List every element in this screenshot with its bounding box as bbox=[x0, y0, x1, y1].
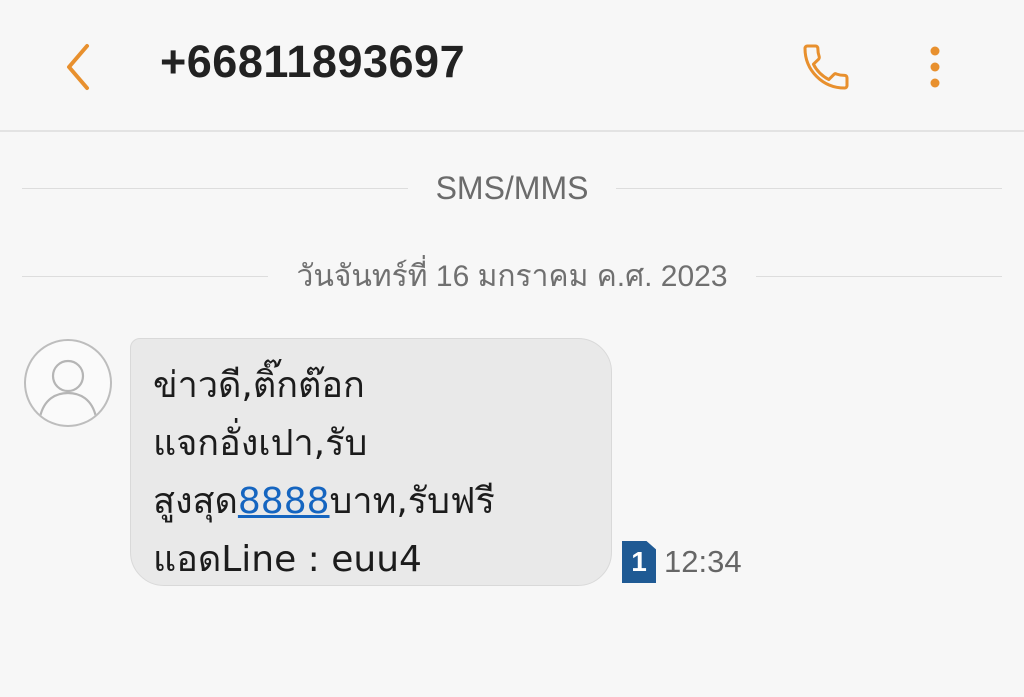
divider-line bbox=[22, 187, 408, 189]
message-line: แจกอั่งเปา,รับ bbox=[153, 423, 368, 464]
app-header: +66811893697 bbox=[0, 0, 1024, 132]
sim-card-icon: 1 bbox=[622, 541, 656, 583]
message-bubble[interactable]: ข่าวดี,ติ๊กต๊อก แจกอั่งเปา,รับ สูงสุด888… bbox=[130, 338, 612, 586]
date-divider: วันจันทร์ที่ 16 มกราคม ค.ศ. 2023 bbox=[22, 256, 1003, 296]
date-label: วันจันทร์ที่ 16 มกราคม ค.ศ. 2023 bbox=[296, 259, 728, 293]
message-line: สูงสุด8888บาท,รับฟรี bbox=[153, 473, 597, 531]
divider-line bbox=[22, 275, 269, 277]
channel-label: SMS/MMS bbox=[435, 169, 589, 206]
more-vertical-icon bbox=[930, 46, 940, 88]
message-line: ข่าวดี,ติ๊กต๊อก bbox=[153, 365, 365, 406]
avatar[interactable] bbox=[24, 339, 112, 427]
person-icon bbox=[38, 359, 98, 418]
divider-line bbox=[755, 275, 1003, 277]
message-line-text: สูงสุด bbox=[153, 481, 238, 522]
chevron-left-icon bbox=[67, 44, 89, 90]
contact-number-title: +66811893697 bbox=[160, 36, 466, 87]
message-time: 12:34 bbox=[664, 544, 742, 579]
more-options-button[interactable] bbox=[915, 38, 955, 96]
message-line-text: บาท,รับฟรี bbox=[329, 481, 495, 522]
message-text: ข่าวดี,ติ๊กต๊อก แจกอั่งเปา,รับ สูงสุด888… bbox=[153, 357, 597, 589]
message-line: แอดLine : euu4 bbox=[153, 539, 422, 580]
back-button[interactable] bbox=[52, 38, 104, 96]
divider-line bbox=[616, 187, 1003, 189]
call-button[interactable] bbox=[796, 38, 856, 96]
message-meta: 1 12:34 bbox=[622, 541, 742, 583]
phone-icon bbox=[803, 44, 849, 90]
channel-divider: SMS/MMS bbox=[22, 166, 1003, 210]
number-link[interactable]: 8888 bbox=[238, 481, 330, 522]
